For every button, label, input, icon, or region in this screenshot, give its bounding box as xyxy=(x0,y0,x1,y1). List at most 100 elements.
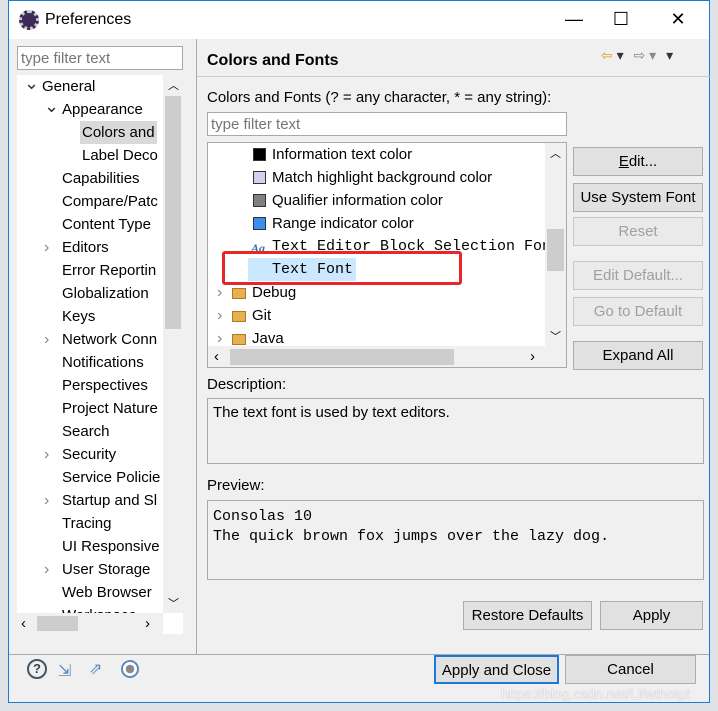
expand-all-button[interactable]: Expand All xyxy=(573,341,703,370)
color-font-item[interactable]: Qualifier information color xyxy=(272,189,443,212)
tree-item[interactable]: Globalization xyxy=(60,282,151,305)
list-vscrollbar[interactable]: ︿ ﹀ xyxy=(545,143,566,346)
scroll-thumb[interactable] xyxy=(547,229,564,271)
record-icon[interactable] xyxy=(121,660,139,678)
color-font-item[interactable]: Git xyxy=(252,304,271,327)
chevron-right-icon[interactable]: › xyxy=(44,561,49,579)
scroll-left-icon[interactable]: ‹ xyxy=(21,615,26,632)
eclipse-icon xyxy=(19,10,39,30)
preference-tree: ⌄ General ⌄ Appearance Colors and Label Deco C… xyxy=(17,75,183,634)
tree-item[interactable]: Keys xyxy=(60,305,97,328)
tree-item[interactable]: Project Nature xyxy=(60,397,160,420)
preview-label: Preview: xyxy=(207,477,265,494)
tree-item[interactable]: UI Responsive xyxy=(60,535,162,558)
tree-item[interactable]: Search xyxy=(60,420,112,443)
title-bar: Preferences — ☐ ✕ xyxy=(9,1,709,39)
hscroll-thumb[interactable] xyxy=(230,349,454,365)
description-label: Description: xyxy=(207,376,287,393)
preview-sample-text: The quick brown fox jumps over the lazy … xyxy=(213,528,610,545)
description-box: The text font is used by text editors. xyxy=(207,398,704,464)
tree-item[interactable]: Security xyxy=(60,443,118,466)
tree-item[interactable]: General xyxy=(40,75,97,98)
scroll-right-icon[interactable]: › xyxy=(530,348,535,365)
forward-menu-icon[interactable]: ▾ xyxy=(649,47,656,63)
tree-item[interactable]: Capabilities xyxy=(60,167,142,190)
reset-button[interactable]: Reset xyxy=(573,217,703,246)
back-menu-icon[interactable]: ▾ xyxy=(617,47,624,63)
edit-button[interactable]: Edit... xyxy=(573,147,703,176)
tree-item[interactable]: Perspectives xyxy=(60,374,150,397)
view-menu-icon[interactable]: ▾ xyxy=(666,47,673,63)
chevron-down-icon[interactable]: ⌄ xyxy=(44,96,59,117)
forward-arrow-icon[interactable]: ⇨ xyxy=(634,47,646,63)
chevron-right-icon[interactable]: › xyxy=(44,331,49,349)
tree-item[interactable]: Startup and Sl xyxy=(60,489,159,512)
help-icon[interactable]: ? xyxy=(27,659,47,679)
color-swatch-icon xyxy=(253,194,266,207)
chevron-down-icon[interactable]: ⌄ xyxy=(24,75,39,94)
tree-item[interactable]: Notifications xyxy=(60,351,146,374)
edit-default-button[interactable]: Edit Default... xyxy=(573,261,703,290)
chevron-right-icon[interactable]: › xyxy=(44,239,49,257)
scroll-up-icon[interactable]: ︿ xyxy=(550,145,561,161)
category-folder-icon xyxy=(232,311,246,322)
tree-hscrollbar[interactable]: ‹ › xyxy=(17,613,163,634)
chevron-right-icon[interactable]: › xyxy=(217,284,222,302)
scroll-thumb[interactable] xyxy=(165,96,181,329)
tree-item[interactable]: Content Type xyxy=(60,213,153,236)
scroll-down-icon[interactable]: ﹀ xyxy=(168,595,179,611)
back-arrow-icon[interactable]: ⇦ xyxy=(601,47,613,63)
window-title: Preferences xyxy=(45,11,132,28)
chevron-right-icon[interactable]: › xyxy=(44,446,49,464)
tree-item[interactable]: Appearance xyxy=(60,98,145,121)
export-icon[interactable]: ⇗ xyxy=(89,659,102,679)
hscroll-thumb[interactable] xyxy=(37,616,78,631)
filter-label: Colors and Fonts (? = any character, * =… xyxy=(207,89,552,106)
tree-item[interactable]: Network Conn xyxy=(60,328,159,351)
edit-button-label: Edit... xyxy=(618,153,658,170)
color-font-item[interactable]: Range indicator color xyxy=(272,212,414,235)
category-folder-icon xyxy=(232,288,246,299)
use-system-font-button[interactable]: Use System Font xyxy=(573,183,703,212)
tree-filter-input[interactable] xyxy=(17,46,183,70)
tree-vscrollbar[interactable]: ︿ ﹀ xyxy=(163,75,183,613)
tree-item[interactable]: Label Deco xyxy=(80,144,160,167)
tree-item[interactable]: Service Policie xyxy=(60,466,162,489)
maximize-button[interactable]: ☐ xyxy=(606,9,636,30)
color-font-item[interactable]: Information text color xyxy=(272,143,412,166)
go-to-default-button[interactable]: Go to Default xyxy=(573,297,703,326)
tree-item[interactable]: User Storage xyxy=(60,558,152,581)
apply-and-close-button[interactable]: Apply and Close xyxy=(434,655,559,684)
description-text: The text font is used by text editors. xyxy=(213,404,450,421)
category-folder-icon xyxy=(232,334,246,345)
scroll-right-icon[interactable]: › xyxy=(145,615,150,632)
history-nav: ⇦ ▾ ⇨ ▾ ▾ xyxy=(601,47,673,64)
scroll-down-icon[interactable]: ﹀ xyxy=(550,328,561,344)
tree-item[interactable]: Colors and xyxy=(80,121,157,144)
pane-divider xyxy=(196,39,197,655)
close-button[interactable]: ✕ xyxy=(663,9,693,30)
chevron-right-icon[interactable]: › xyxy=(44,492,49,510)
tree-item[interactable]: Error Reportin xyxy=(60,259,158,282)
colors-filter-input[interactable] xyxy=(207,112,567,136)
import-icon[interactable]: ⇲ xyxy=(58,661,71,681)
list-hscrollbar[interactable]: ‹ › xyxy=(208,346,566,367)
tree-item[interactable]: Tracing xyxy=(60,512,113,535)
preview-font-name: Consolas 10 xyxy=(213,508,313,525)
tree-item[interactable]: Editors xyxy=(60,236,111,259)
watermark: https://blog.csdn.net/Lifwthotpt xyxy=(501,686,691,702)
minimize-button[interactable]: — xyxy=(559,9,589,30)
color-swatch-icon xyxy=(253,217,266,230)
restore-defaults-button[interactable]: Restore Defaults xyxy=(463,601,592,630)
chevron-right-icon[interactable]: › xyxy=(217,307,222,325)
color-swatch-icon xyxy=(253,171,266,184)
page-title: Colors and Fonts xyxy=(207,52,339,69)
cancel-button[interactable]: Cancel xyxy=(565,655,696,684)
tree-item[interactable]: Web Browser xyxy=(60,581,154,604)
preferences-dialog: Preferences — ☐ ✕ ⌄General⌄AppearanceCol… xyxy=(8,0,711,703)
scroll-left-icon[interactable]: ‹ xyxy=(214,348,219,365)
tree-item[interactable]: Compare/Patc xyxy=(60,190,160,213)
apply-button[interactable]: Apply xyxy=(600,601,703,630)
scroll-up-icon[interactable]: ︿ xyxy=(168,77,179,93)
color-font-item[interactable]: Match highlight background color xyxy=(272,166,492,189)
